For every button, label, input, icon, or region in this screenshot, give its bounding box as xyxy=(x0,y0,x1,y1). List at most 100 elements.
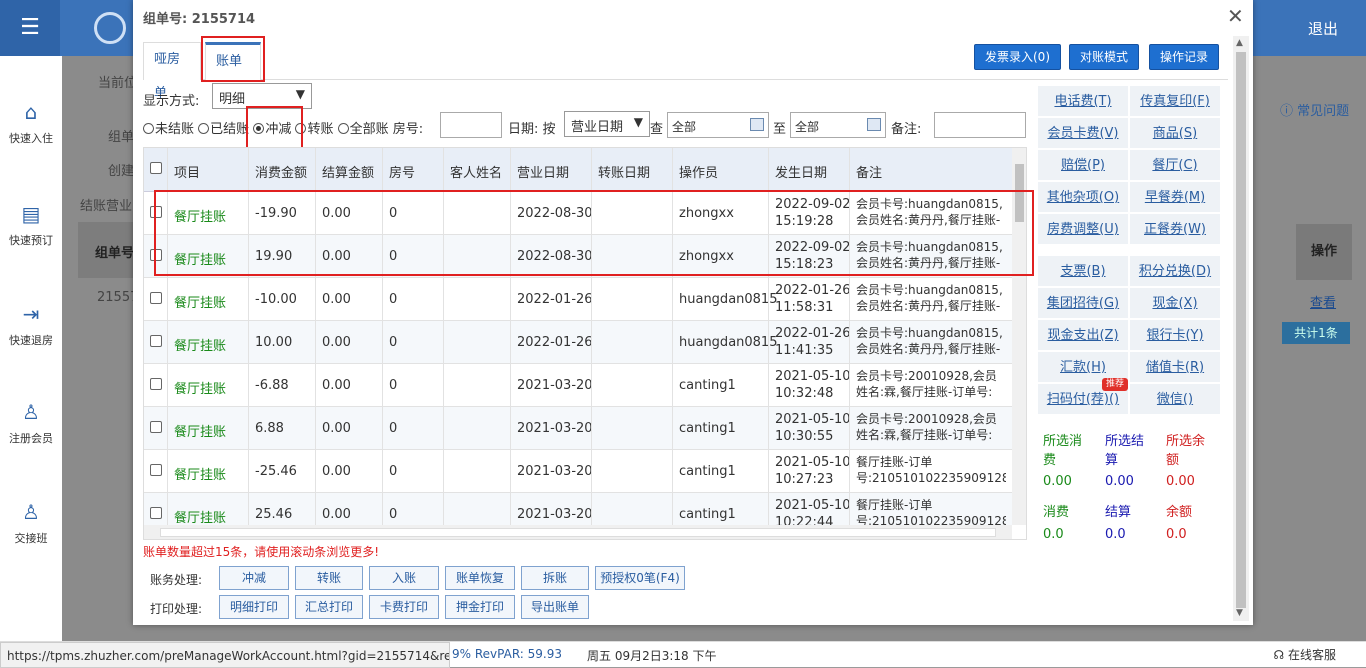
table-hscroll-thumb[interactable] xyxy=(160,528,996,537)
occur-date: 2021-05-10 xyxy=(775,455,851,470)
menu-icon[interactable]: ☰ xyxy=(0,0,60,56)
points-exchange-button[interactable]: 积分兑换(D) xyxy=(1130,256,1220,287)
cell-note: 会员卡号:huangdan0815,会员姓名:黄丹丹,餐厅挂账-订 xyxy=(856,326,1003,359)
room-rate-adjust-button[interactable]: 房费调整(U) xyxy=(1038,214,1128,245)
bank-card-button[interactable]: 银行卡(Y) xyxy=(1130,320,1220,351)
occur-date: 2022-01-26 xyxy=(775,283,851,298)
occur-date: 2022-01-26 xyxy=(775,326,851,341)
sidebar-item-checkin[interactable]: ⌂ 快速入住 xyxy=(0,100,62,146)
bg-create-label: 创建 xyxy=(108,164,135,179)
col-item: 项目 xyxy=(174,166,201,181)
scroll-down-icon[interactable]: ▼ xyxy=(1236,608,1243,618)
table-row[interactable]: 餐厅挂账 -10.00 0.00 0 2022-01-26 huangdan0815 202… xyxy=(144,278,1012,321)
operation-log-button[interactable]: 操作记录 xyxy=(1149,44,1220,70)
phone-fee-button[interactable]: 电话费(T) xyxy=(1038,86,1128,117)
room-input[interactable] xyxy=(440,112,502,138)
modal-title: 组单号: 2155714 xyxy=(143,12,256,27)
date-to-input[interactable]: 全部 xyxy=(790,112,886,138)
date-from-input[interactable]: 全部 xyxy=(667,112,769,138)
offset-button[interactable]: 冲减 xyxy=(219,566,289,590)
consume-value: 0.0 xyxy=(1043,527,1064,542)
preauth-button[interactable]: 预授权0笔(F4) xyxy=(595,566,685,590)
sidebar-item-shift[interactable]: ♙ 交接班 xyxy=(0,500,62,546)
sidebar-item-booking[interactable]: ▤ 快速预订 xyxy=(0,202,62,248)
goods-button[interactable]: 商品(S) xyxy=(1130,118,1220,149)
occur-time: 10:27:23 xyxy=(775,472,834,487)
summary-print-button[interactable]: 汇总打印 xyxy=(295,595,363,619)
table-row[interactable]: 餐厅挂账 -6.88 0.00 0 2021-03-20 canting1 2021-05-… xyxy=(144,364,1012,407)
cash-button[interactable]: 现金(X) xyxy=(1130,288,1220,319)
help-icon: ⓘ xyxy=(1280,104,1298,119)
card-fee-print-button[interactable]: 卡费打印 xyxy=(369,595,439,619)
table-row[interactable]: 餐厅挂账 -25.46 0.00 0 2021-03-20 canting1 2021-05… xyxy=(144,450,1012,493)
cell-operator: canting1 xyxy=(679,378,736,393)
radio-settled[interactable]: 已结账 xyxy=(198,122,249,137)
cell-room: 0 xyxy=(389,507,398,522)
stored-value-button[interactable]: 储值卡(R) xyxy=(1130,352,1220,383)
cell-settle: 0.00 xyxy=(322,507,351,522)
row-checkbox[interactable] xyxy=(150,335,162,347)
row-checkbox[interactable] xyxy=(150,421,162,433)
bg-view-link[interactable]: 查看 xyxy=(1310,292,1336,311)
cell-bizdate: 2022-01-26 xyxy=(517,335,593,350)
wechat-button[interactable]: 微信() xyxy=(1130,384,1220,415)
col-operator: 操作员 xyxy=(679,166,719,181)
sidebar-item-checkout[interactable]: ⇥ 快速退房 xyxy=(0,302,62,348)
modal-scrollbar[interactable]: ▲ ▼ xyxy=(1233,36,1249,621)
row-checkbox[interactable] xyxy=(150,378,162,390)
row-checkbox[interactable] xyxy=(150,507,162,519)
row-checkbox[interactable] xyxy=(150,464,162,476)
meal-voucher-button[interactable]: 正餐券(W) xyxy=(1130,214,1220,245)
close-icon[interactable]: ✕ xyxy=(1227,4,1244,28)
online-service-link[interactable]: ☊ 在线客服 xyxy=(1274,646,1337,663)
scan-pay-button[interactable]: 扫码付(荐)() 推荐 xyxy=(1038,378,1128,415)
cell-operator: huangdan0815 xyxy=(679,335,778,350)
col-amount: 消费金额 xyxy=(255,166,308,181)
row-checkbox[interactable] xyxy=(150,292,162,304)
member-card-fee-button[interactable]: 会员卡费(V) xyxy=(1038,118,1128,149)
restore-bill-button[interactable]: 账单恢复 xyxy=(445,566,515,590)
post-button[interactable]: 入账 xyxy=(369,566,439,590)
breakfast-voucher-button[interactable]: 早餐券(M) xyxy=(1130,182,1220,213)
compensation-button[interactable]: 赔偿(P) xyxy=(1038,150,1128,181)
cash-out-button[interactable]: 现金支出(Z) xyxy=(1038,320,1128,351)
status-bar: https://tpms.zhuzher.com/preManageWorkAc… xyxy=(0,641,1366,668)
transfer-button[interactable]: 转账 xyxy=(295,566,363,590)
faq-link[interactable]: ⓘ 常见问题 xyxy=(1280,100,1349,119)
warning-text: 账单数量超过15条，请使用滚动条浏览更多! xyxy=(143,545,380,559)
sel-balance-label: 所选余额 xyxy=(1166,434,1206,468)
date-type-select[interactable]: 营业日期 ▼ xyxy=(564,111,650,137)
exit-button[interactable]: 退出 xyxy=(1308,18,1338,39)
cell-amount: 10.00 xyxy=(255,335,293,350)
split-bill-button[interactable]: 拆账 xyxy=(521,566,589,590)
radio-all[interactable]: 全部账 xyxy=(337,122,389,137)
calendar-icon[interactable] xyxy=(867,118,881,131)
detail-print-button[interactable]: 明细打印 xyxy=(219,595,289,619)
table-row[interactable]: 餐厅挂账 6.88 0.00 0 2021-03-20 canting1 2021-05-1… xyxy=(144,407,1012,450)
radio-unsettled[interactable]: 未结账 xyxy=(143,122,194,137)
select-all-checkbox[interactable] xyxy=(150,162,162,174)
invoice-entry-button[interactable]: 发票录入(0) xyxy=(974,44,1061,70)
cell-item: 餐厅挂账 xyxy=(174,296,227,311)
table-hscrollbar[interactable] xyxy=(144,525,1012,539)
check-button[interactable]: 支票(B) xyxy=(1038,256,1128,287)
reconcile-mode-button[interactable]: 对账模式 xyxy=(1069,44,1140,70)
calendar-icon[interactable] xyxy=(750,118,764,131)
chevron-down-icon: ▼ xyxy=(633,115,643,129)
tab-dummy-room[interactable]: 哑房单 xyxy=(143,42,201,101)
table-header: 项目 消费金额 结算金额 房号 客人姓名 营业日期 转账日期 操作员 发生日期 … xyxy=(144,148,1012,192)
restaurant-button[interactable]: 餐厅(C) xyxy=(1130,150,1220,181)
fax-copy-button[interactable]: 传真复印(F) xyxy=(1130,86,1220,117)
sidebar-item-member[interactable]: ♙ 注册会员 xyxy=(0,400,62,446)
table-row[interactable]: 餐厅挂账 10.00 0.00 0 2022-01-26 huangdan0815 2022… xyxy=(144,321,1012,364)
group-hosting-button[interactable]: 集团招待(G) xyxy=(1038,288,1128,319)
col-occur: 发生日期 xyxy=(775,166,828,181)
note-input[interactable] xyxy=(934,112,1026,138)
deposit-print-button[interactable]: 押金打印 xyxy=(445,595,515,619)
export-bill-button[interactable]: 导出账单 xyxy=(521,595,589,619)
misc-button[interactable]: 其他杂项(O) xyxy=(1038,182,1128,213)
scroll-up-icon[interactable]: ▲ xyxy=(1236,38,1243,48)
modal-scroll-thumb[interactable] xyxy=(1236,52,1246,608)
recommend-badge: 推荐 xyxy=(1102,378,1128,391)
bg-total-badge: 共计1条 xyxy=(1282,322,1350,344)
